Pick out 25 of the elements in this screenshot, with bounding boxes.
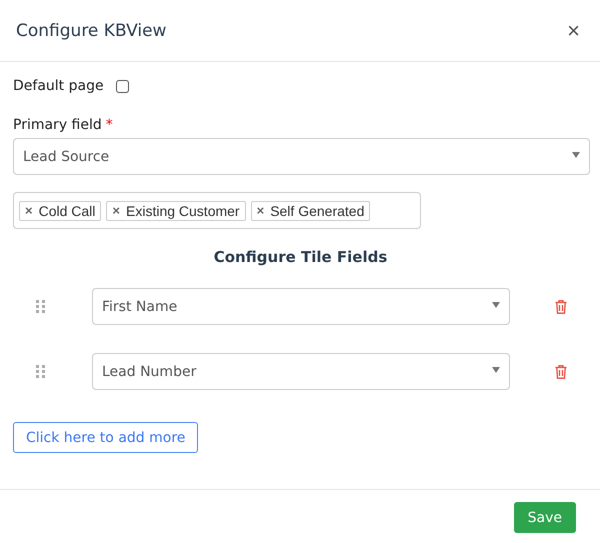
select-field[interactable]: First Name	[92, 288, 510, 325]
drag-handle-icon[interactable]	[36, 364, 45, 378]
tag-input-field[interactable]: × Cold Call × Existing Customer × Self Generated	[13, 192, 421, 229]
trash-icon[interactable]	[555, 300, 567, 314]
remove-tag-button[interactable]: ×	[256, 203, 264, 218]
caret-icon	[492, 367, 500, 373]
default-page-label: Default page	[13, 78, 104, 94]
default-page-checkbox[interactable]	[116, 80, 129, 92]
tag-label: Existing Customer	[126, 202, 240, 218]
dialog-title: Configure KBView	[16, 20, 166, 40]
select-field[interactable]: Lead Number	[92, 353, 510, 390]
select-field[interactable]: Lead Source	[13, 138, 590, 175]
trash-icon[interactable]	[555, 364, 567, 378]
section-heading: Configure Tile Fields	[212, 248, 388, 266]
remove-tag-button[interactable]: ×	[25, 203, 33, 218]
close-button[interactable]: ×	[565, 20, 582, 42]
caret-icon	[492, 302, 500, 308]
primary-field-label: Primary field	[13, 117, 102, 133]
caret-icon	[572, 152, 580, 158]
add-more-button[interactable]: Click here to add more	[13, 422, 198, 453]
drag-handle-icon[interactable]	[36, 300, 45, 314]
required-mark: *	[106, 117, 113, 133]
tag-label: Self Generated	[270, 202, 364, 218]
remove-tag-button[interactable]: ×	[112, 203, 120, 218]
tag-label: Cold Call	[38, 202, 96, 218]
